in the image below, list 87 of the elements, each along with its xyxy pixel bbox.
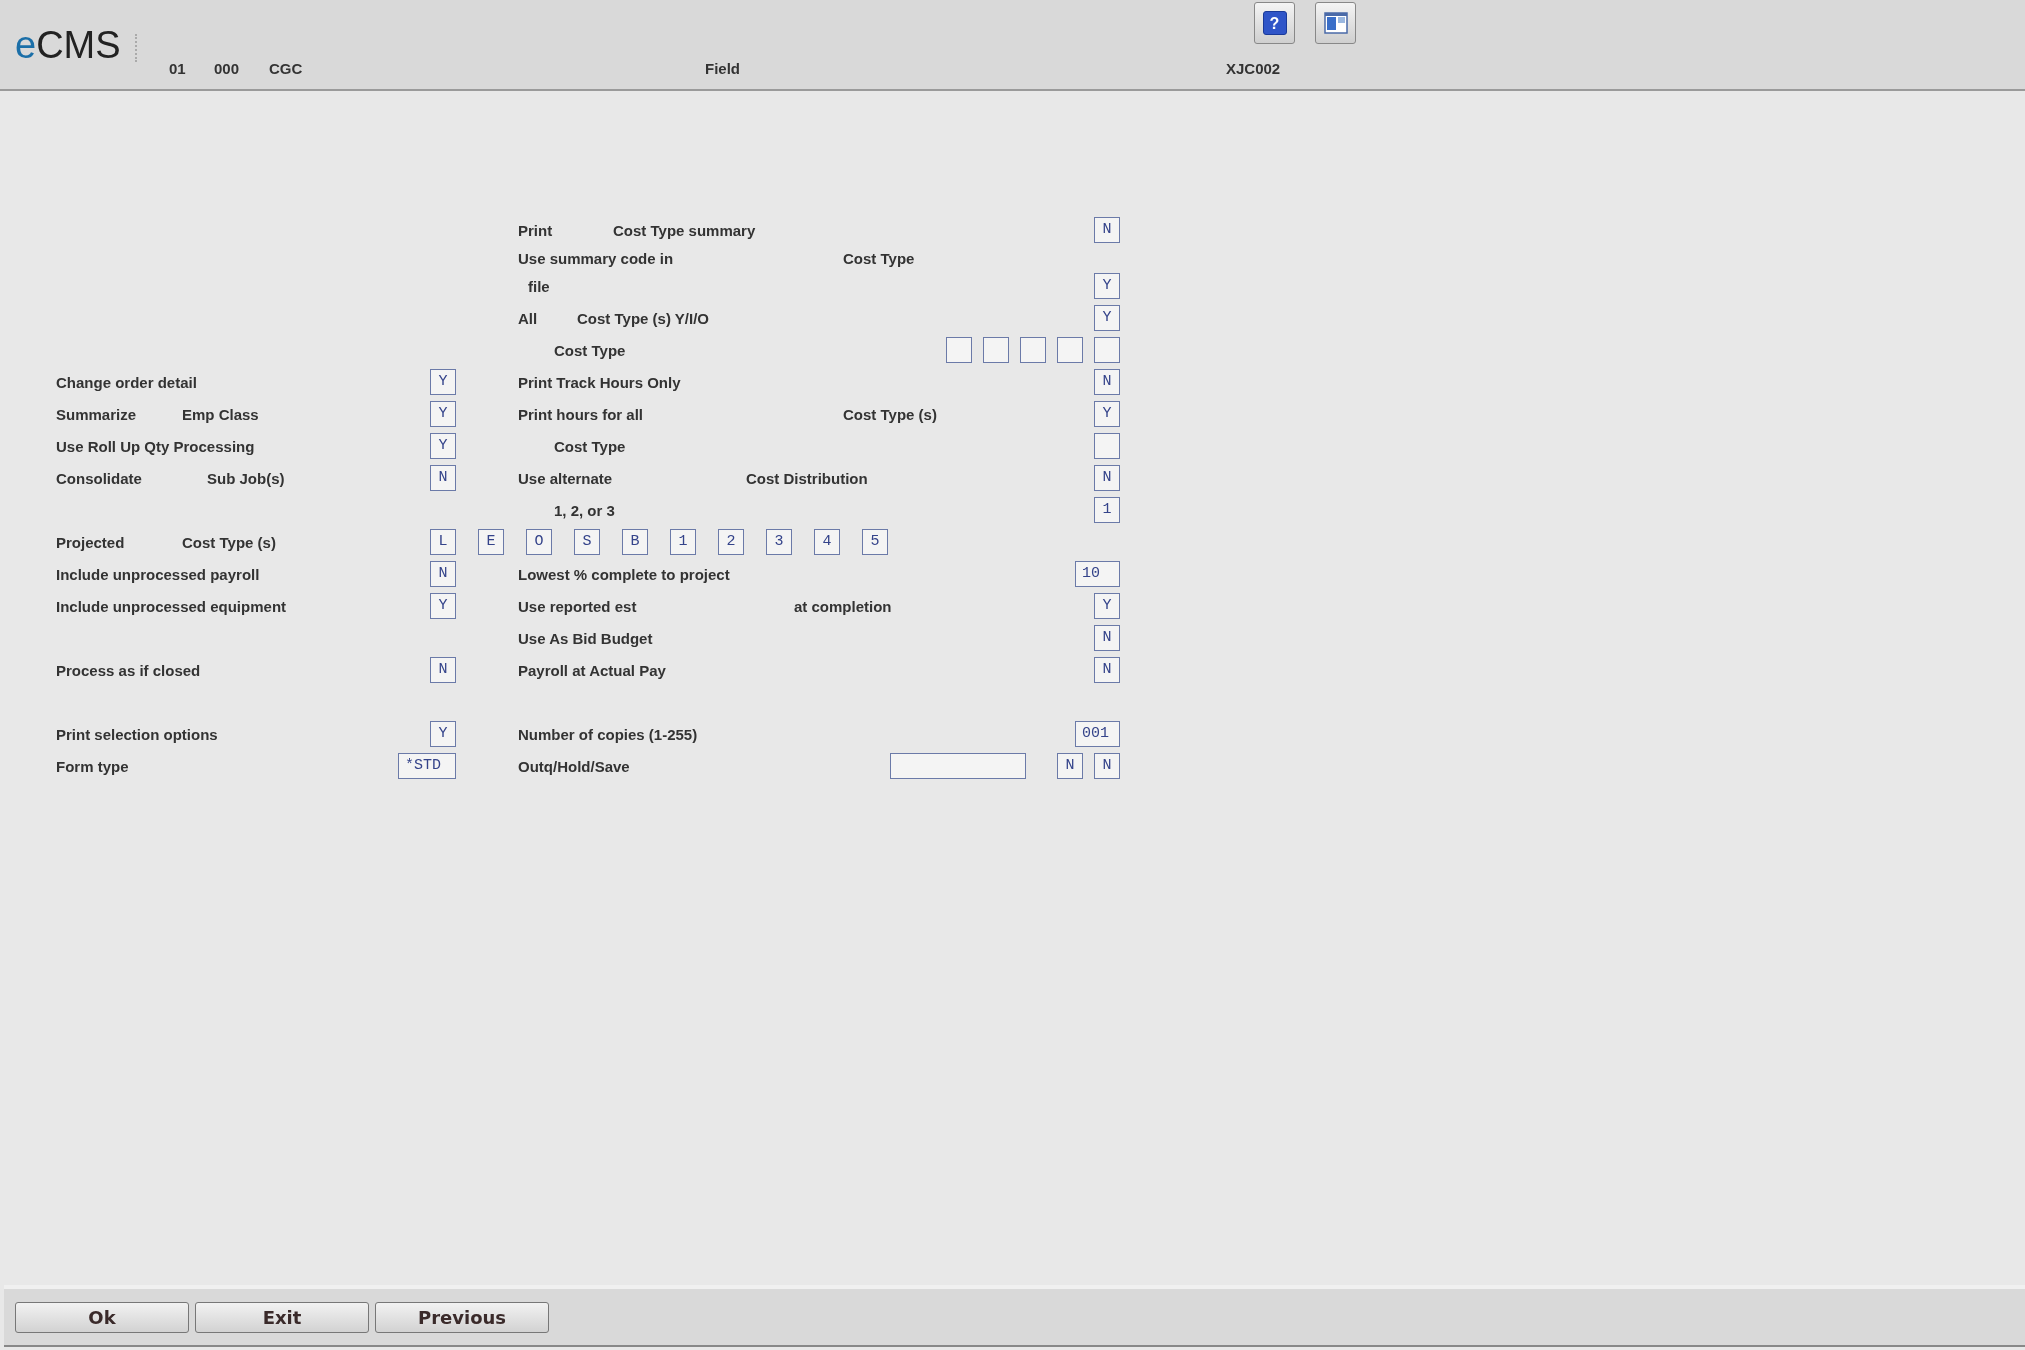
input-field[interactable] [1094, 433, 1120, 459]
window-button[interactable] [1315, 2, 1356, 44]
division-code: 000 [214, 59, 240, 79]
field-label: Cost Type [554, 437, 626, 457]
input-field[interactable]: Y [430, 721, 456, 747]
footer-button[interactable]: Previous [375, 1301, 549, 1333]
field-label: Consolidate [56, 469, 142, 489]
field-label: Lowest % complete to project [518, 565, 730, 585]
field-label: Outq/Hold/Save [518, 757, 630, 777]
field-label: Cost Type [554, 341, 626, 361]
input-field[interactable]: N [1057, 753, 1083, 779]
input-field[interactable]: B [622, 529, 648, 555]
input-field[interactable]: L [430, 529, 456, 555]
input-field[interactable] [1020, 337, 1046, 363]
input-field[interactable]: Y [1094, 305, 1120, 331]
input-field[interactable] [1057, 337, 1083, 363]
input-field[interactable]: 1 [1094, 497, 1120, 523]
field-label: All [518, 309, 538, 329]
system-code: CGC [269, 59, 303, 79]
field-label: Form type [56, 757, 129, 777]
field-label: at completion [794, 597, 892, 617]
input-field[interactable] [983, 337, 1009, 363]
input-field[interactable]: N [1094, 753, 1120, 779]
input-field[interactable]: 001 [1075, 721, 1120, 747]
input-field[interactable]: S [574, 529, 600, 555]
field-label: Use summary code in [518, 249, 674, 269]
input-field[interactable]: 4 [814, 529, 840, 555]
field-label: Cost Type [843, 249, 915, 269]
field-label: Emp Class [182, 405, 259, 425]
input-field[interactable]: N [1094, 465, 1120, 491]
input-field[interactable]: N [430, 465, 456, 491]
field-label: file [528, 277, 550, 297]
company-code: 01 [169, 59, 186, 79]
input-field[interactable]: Y [1094, 401, 1120, 427]
input-field[interactable]: 10 [1075, 561, 1120, 587]
input-field[interactable]: Y [430, 401, 456, 427]
input-field[interactable]: Y [1094, 593, 1120, 619]
field-label: Sub Job(s) [207, 469, 285, 489]
field-label: Use Roll Up Qty Processing [56, 437, 255, 457]
field-label: Payroll at Actual Pay [518, 661, 666, 681]
field-label: Cost Type summary [613, 221, 756, 241]
footer-button[interactable]: Ok [15, 1301, 189, 1333]
input-field[interactable]: Y [1094, 273, 1120, 299]
input-field[interactable]: Y [430, 433, 456, 459]
input-field[interactable]: O [526, 529, 552, 555]
program-code: XJC002 [1226, 59, 1281, 79]
input-field[interactable]: 1 [670, 529, 696, 555]
field-label: Print hours for all [518, 405, 643, 425]
input-field[interactable]: N [1094, 657, 1120, 683]
input-field[interactable]: N [430, 561, 456, 587]
field-label: Print Track Hours Only [518, 373, 681, 393]
footer-button[interactable]: Exit [195, 1301, 369, 1333]
field-label: Print [518, 221, 553, 241]
input-field[interactable]: Y [430, 369, 456, 395]
field-label: Cost Type (s) [843, 405, 937, 425]
field-label: Process as if closed [56, 661, 201, 681]
input-field[interactable]: 3 [766, 529, 792, 555]
field-label: Cost Type (s) [182, 533, 276, 553]
field-label: Include unprocessed equipment [56, 597, 287, 617]
field-label: Include unprocessed payroll [56, 565, 260, 585]
field-label: Change order detail [56, 373, 197, 393]
input-field[interactable]: 5 [862, 529, 888, 555]
input-field[interactable]: N [430, 657, 456, 683]
input-field[interactable] [890, 753, 1026, 779]
input-field[interactable] [946, 337, 972, 363]
help-button[interactable]: ? [1254, 2, 1295, 44]
input-field[interactable]: *STD [398, 753, 456, 779]
window-icon [1323, 12, 1348, 34]
field-label: 1, 2, or 3 [554, 501, 615, 521]
input-field[interactable]: E [478, 529, 504, 555]
field-label: Use As Bid Budget [518, 629, 653, 649]
logo-text: eCMS [15, 26, 121, 64]
input-field[interactable]: 2 [718, 529, 744, 555]
field-label: Use alternate [518, 469, 613, 489]
field-label: Use reported est [518, 597, 637, 617]
field-label: Cost Type (s) Y/I/O [577, 309, 709, 329]
field-label: Projected [56, 533, 125, 553]
field-label: Number of copies (1-255) [518, 725, 698, 745]
input-field[interactable]: N [1094, 625, 1120, 651]
field-label: Cost Distribution [746, 469, 868, 489]
input-field[interactable] [1094, 337, 1120, 363]
input-field[interactable]: N [1094, 369, 1120, 395]
screen-title: Field [705, 59, 740, 79]
field-label: Summarize [56, 405, 137, 425]
input-field[interactable]: Y [430, 593, 456, 619]
input-field[interactable]: N [1094, 217, 1120, 243]
field-label: Print selection options [56, 725, 218, 745]
